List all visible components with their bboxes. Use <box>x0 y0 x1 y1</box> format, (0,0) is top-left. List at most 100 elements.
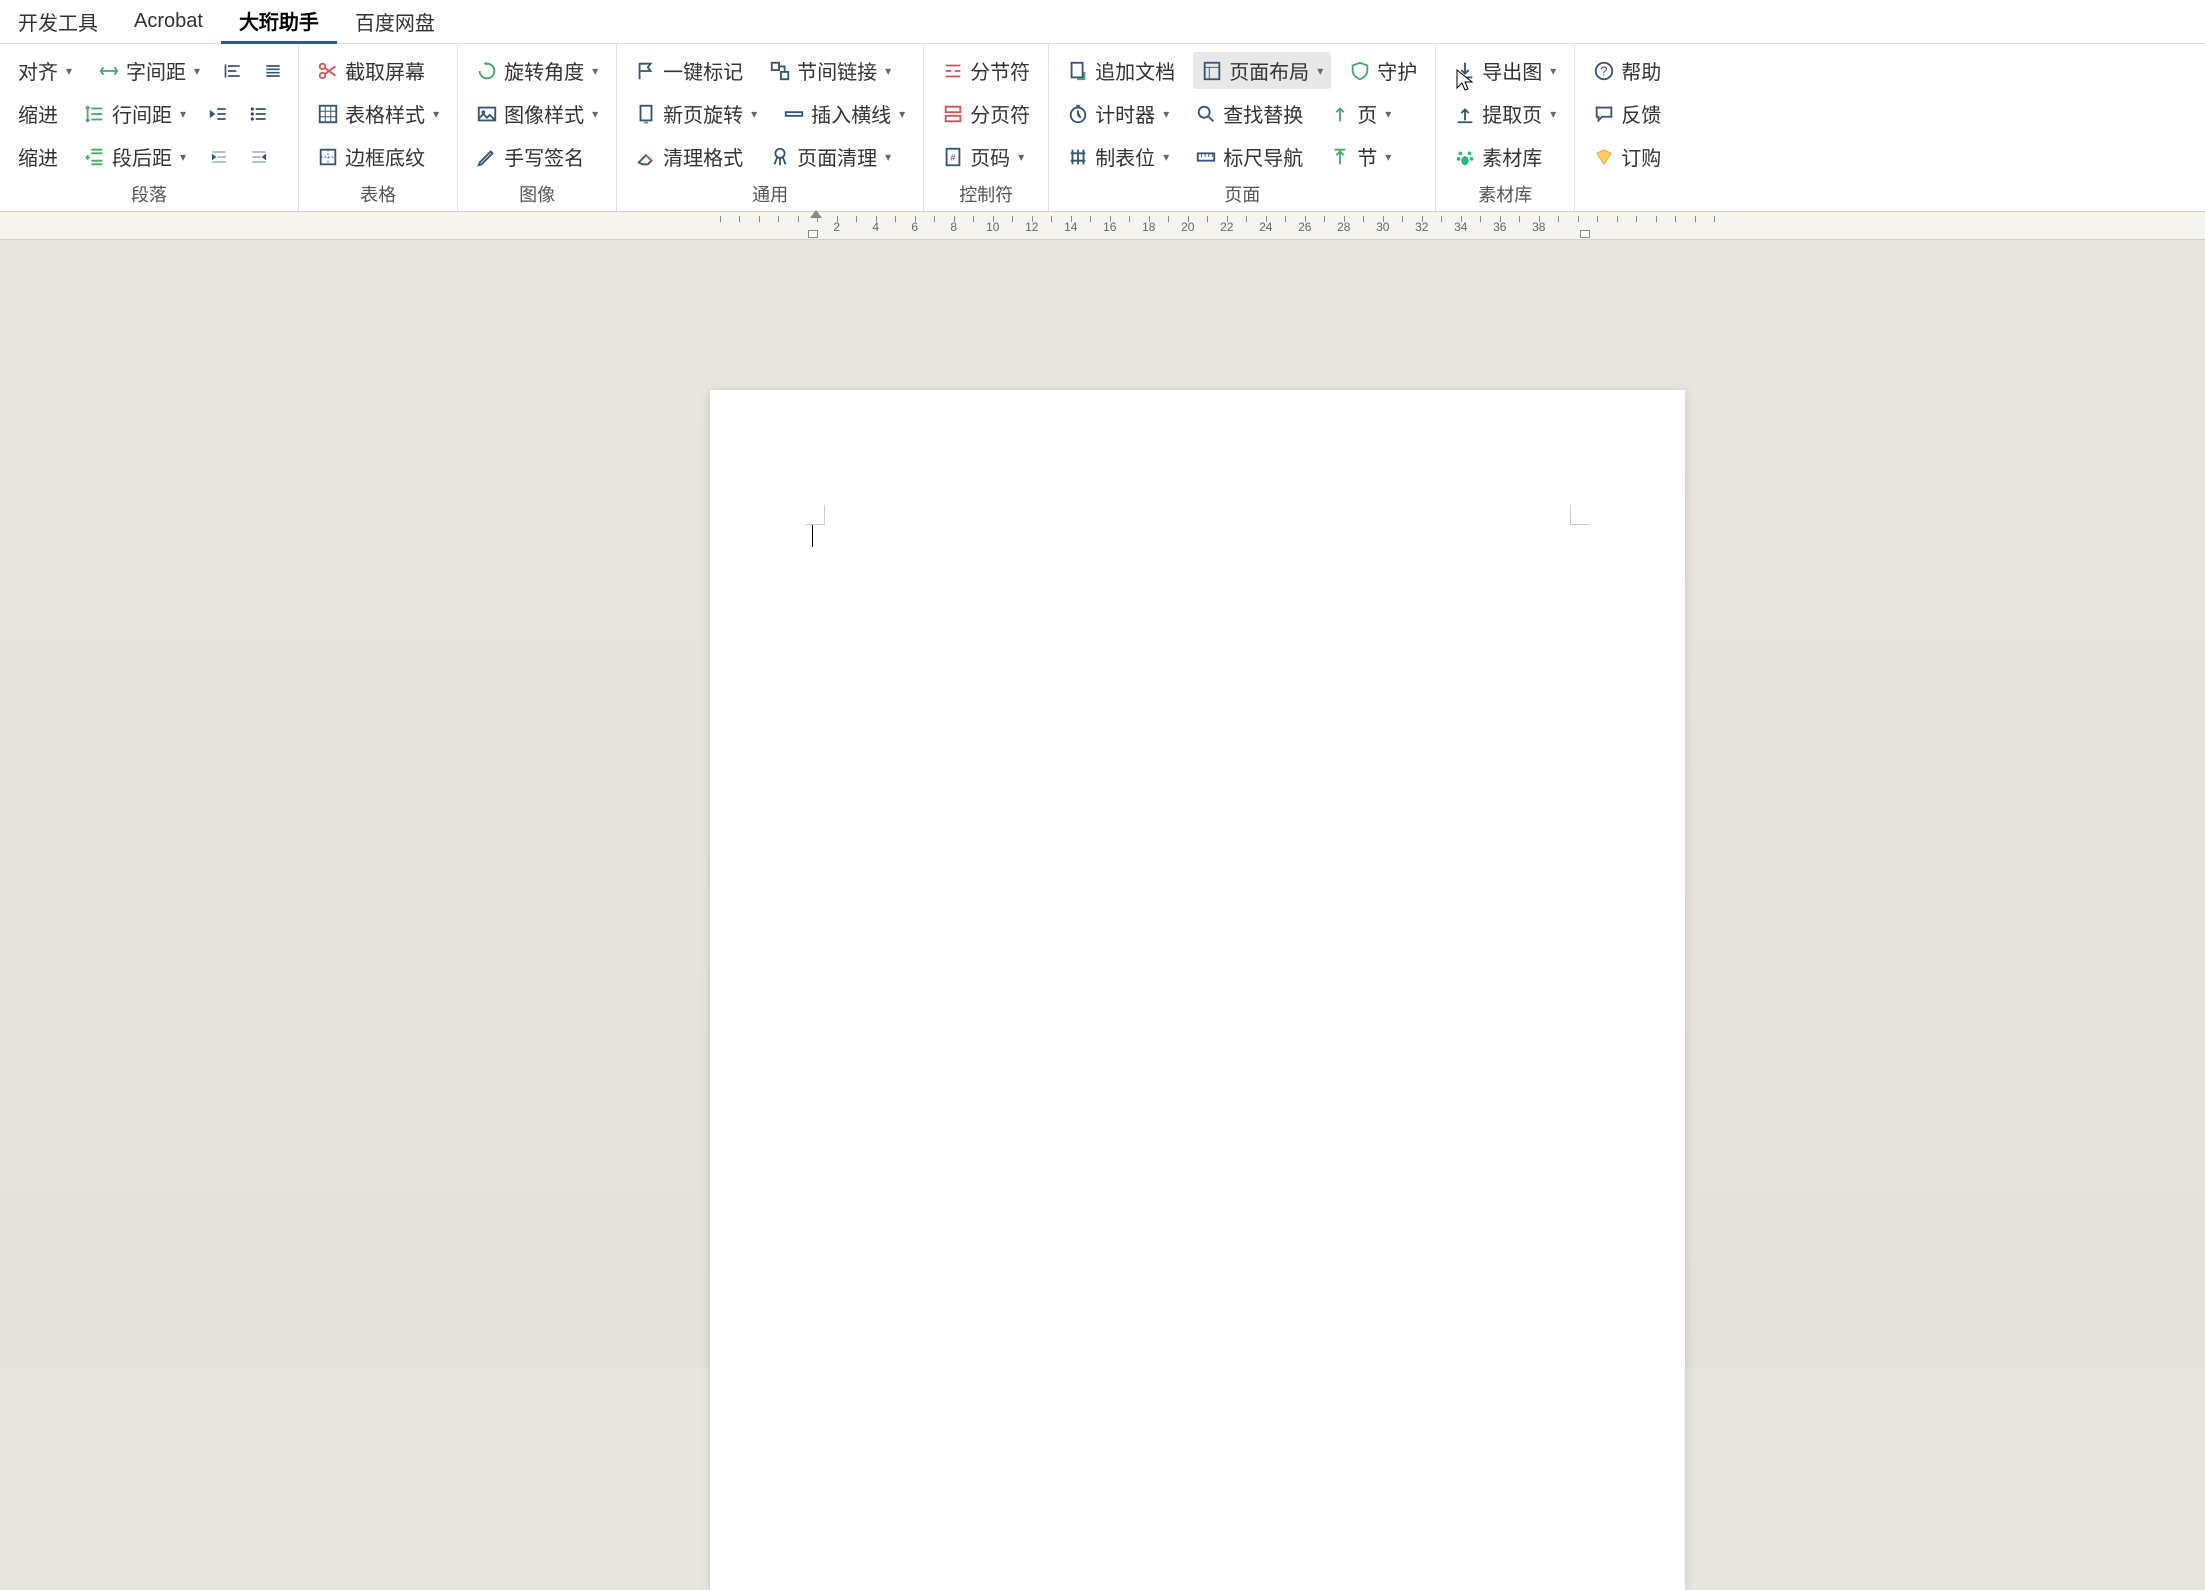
export-image-button[interactable]: 导出图▾ <box>1446 52 1564 89</box>
chevron-down-icon: ▾ <box>1385 107 1391 121</box>
document-page[interactable] <box>710 390 1685 1590</box>
increase-indent-icon <box>248 146 270 168</box>
hash-icon <box>1067 146 1089 168</box>
horizontal-ruler[interactable]: 2468101214161820222426283032343638 <box>0 212 2205 240</box>
search-icon <box>1195 103 1217 125</box>
hand-sign-label: 手写签名 <box>504 142 584 171</box>
page-layout-button[interactable]: 页面布局▾ <box>1193 52 1331 89</box>
indent-label: 缩进 <box>18 99 58 128</box>
image-style-button[interactable]: 图像样式▾ <box>468 95 606 132</box>
subscribe-button[interactable]: 订购 <box>1585 138 1669 175</box>
shield-icon <box>1349 60 1371 82</box>
chevron-down-icon: ▾ <box>1018 150 1024 164</box>
page-number-button[interactable]: # 页码▾ <box>934 138 1032 175</box>
link-icon <box>769 60 791 82</box>
screenshot-button[interactable]: 截取屏幕 <box>309 52 433 89</box>
char-spacing-label: 字间距 <box>126 56 186 85</box>
find-replace-button[interactable]: 查找替换 <box>1187 95 1311 132</box>
justify-small-button[interactable] <box>258 57 288 85</box>
ruler-tick-label: 6 <box>911 220 918 234</box>
chevron-down-icon: ▾ <box>592 107 598 121</box>
new-page-rotate-button[interactable]: 新页旋转▾ <box>627 95 765 132</box>
chevron-down-icon: ▾ <box>1163 107 1169 121</box>
broom-icon <box>769 146 791 168</box>
indent2-button[interactable]: 缩进 <box>10 138 66 175</box>
upload-icon <box>1454 103 1476 125</box>
hand-sign-button[interactable]: 手写签名 <box>468 138 592 175</box>
svg-text:?: ? <box>1601 63 1608 78</box>
rotate-angle-label: 旋转角度 <box>504 56 584 85</box>
ruler-nav-button[interactable]: 标尺导航 <box>1187 138 1311 175</box>
chevron-down-icon: ▾ <box>1550 64 1556 78</box>
ribbon-group-paragraph: 对齐▾ 字间距▾ 缩进 行间距▾ <box>0 44 299 211</box>
chevron-down-icon: ▾ <box>180 150 186 164</box>
para-after-spacing-button[interactable]: 段后距▾ <box>76 138 194 175</box>
ruler-tick-label: 20 <box>1181 220 1194 234</box>
extract-page-label: 提取页 <box>1482 99 1542 128</box>
section-link-button[interactable]: 节间链接▾ <box>761 52 899 89</box>
menu-baidu-netdisk[interactable]: 百度网盘 <box>337 0 453 44</box>
group-label-paragraph: 段落 <box>10 181 288 207</box>
ruler-right-indent-marker[interactable] <box>1580 230 1590 238</box>
group-label-general: 通用 <box>627 181 913 207</box>
extract-page-button[interactable]: 提取页▾ <box>1446 95 1564 132</box>
chevron-down-icon: ▾ <box>899 107 905 121</box>
menu-acrobat[interactable]: Acrobat <box>116 0 221 44</box>
menu-daheng-assistant[interactable]: 大珩助手 <box>221 0 337 44</box>
insert-hline-button[interactable]: 插入横线 ▾ <box>775 95 913 132</box>
one-click-mark-button[interactable]: 一键标记 <box>627 52 751 89</box>
line-spacing-label: 行间距 <box>112 99 172 128</box>
line-spacing-button[interactable]: 行间距▾ <box>76 95 194 132</box>
indent-button[interactable]: 缩进 <box>10 95 66 132</box>
clear-format-button[interactable]: 清理格式 <box>627 138 751 175</box>
image-icon <box>476 103 498 125</box>
border-shading-button[interactable]: 边框底纹 <box>309 138 433 175</box>
append-doc-button[interactable]: 追加文档 <box>1059 52 1183 89</box>
increase-indent-small-button[interactable] <box>244 143 274 171</box>
section-button[interactable]: 节▾ <box>1321 138 1399 175</box>
document-canvas[interactable] <box>0 240 2205 1368</box>
table-style-button[interactable]: 表格样式▾ <box>309 95 447 132</box>
help-button[interactable]: ? 帮助 <box>1585 52 1669 89</box>
insert-hline-label: 插入横线 <box>811 99 891 128</box>
border-shading-label: 边框底纹 <box>345 142 425 171</box>
ribbon-group-help: ? 帮助 反馈 订购 <box>1575 44 1679 211</box>
decrease-indent-small-button[interactable] <box>204 143 234 171</box>
margin-corner-top-left <box>805 505 825 525</box>
outdent-small-button[interactable] <box>204 100 234 128</box>
ruler-first-line-indent-marker[interactable] <box>810 210 822 218</box>
chevron-down-icon: ▾ <box>1163 150 1169 164</box>
ruler-tick-label: 36 <box>1493 220 1506 234</box>
ruler-left-indent-marker[interactable] <box>808 230 818 238</box>
char-spacing-button[interactable]: 字间距▾ <box>90 52 208 89</box>
list-small-button[interactable] <box>244 100 274 128</box>
justify-icon <box>262 60 284 82</box>
protect-button[interactable]: 守护 <box>1341 52 1425 89</box>
page-cleanup-button[interactable]: 页面清理▾ <box>761 138 899 175</box>
ruler-nav-label: 标尺导航 <box>1223 142 1303 171</box>
menu-dev-tools[interactable]: 开发工具 <box>0 0 116 44</box>
ruler-tick-label: 30 <box>1376 220 1389 234</box>
resource-lib-button[interactable]: 素材库 <box>1446 138 1550 175</box>
rotate-angle-button[interactable]: 旋转角度▾ <box>468 52 606 89</box>
border-icon <box>317 146 339 168</box>
align-left-icon <box>222 60 244 82</box>
one-click-mark-label: 一键标记 <box>663 56 743 85</box>
section-break-button[interactable]: 分节符 <box>934 52 1038 89</box>
page-break-button[interactable]: 分页符 <box>934 95 1038 132</box>
hline-icon <box>783 103 805 125</box>
char-spacing-icon <box>98 60 120 82</box>
ruler-icon <box>1195 146 1217 168</box>
new-page-rotate-label: 新页旋转 <box>663 99 743 128</box>
export-icon <box>1454 60 1476 82</box>
tab-stops-button[interactable]: 制表位▾ <box>1059 138 1177 175</box>
ruler-tick-label: 22 <box>1220 220 1233 234</box>
feedback-button[interactable]: 反馈 <box>1585 95 1669 132</box>
timer-button[interactable]: 计时器▾ <box>1059 95 1177 132</box>
help-label: 帮助 <box>1621 56 1661 85</box>
ribbon-group-table: 截取屏幕 表格样式▾ 边框底纹 表格 <box>299 44 458 211</box>
page-button[interactable]: 页▾ <box>1321 95 1399 132</box>
ruler-tick-label: 12 <box>1025 220 1038 234</box>
align-left-small-button[interactable] <box>218 57 248 85</box>
align-button[interactable]: 对齐▾ <box>10 52 80 89</box>
